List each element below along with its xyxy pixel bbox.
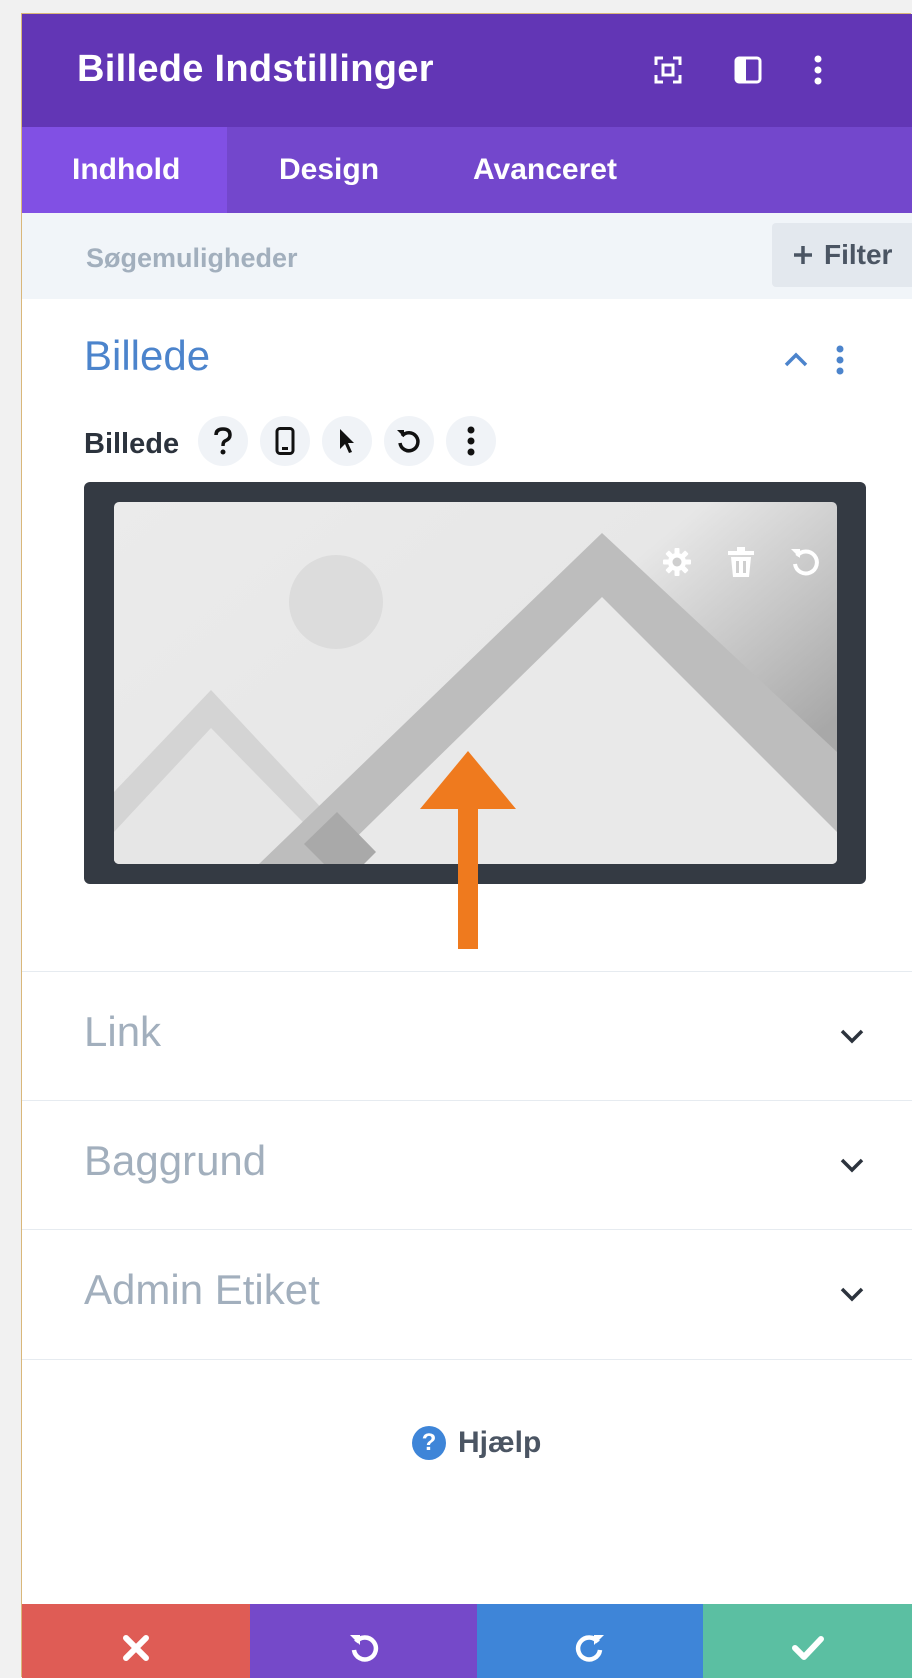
responsive-phone-icon[interactable] [260, 416, 310, 466]
reset-icon[interactable] [384, 416, 434, 466]
redo-icon [575, 1635, 604, 1662]
tab-avanceret[interactable]: Avanceret [473, 127, 617, 213]
filter-button[interactable]: Filter [772, 223, 912, 287]
more-options-icon[interactable] [798, 50, 838, 90]
accordion-title-baggrund: Baggrund [84, 1137, 267, 1184]
section-options-icon[interactable] [830, 340, 850, 380]
field-options-icon[interactable] [446, 416, 496, 466]
help-question-icon[interactable] [198, 416, 248, 466]
accordion-link[interactable]: Link [22, 971, 912, 1101]
panel-header: Billede Indstillinger [22, 14, 912, 127]
help-circle-icon: ? [412, 1426, 446, 1460]
undo-button[interactable] [250, 1604, 477, 1678]
filter-label: Filter [824, 239, 893, 270]
tab-bar: Indhold Design Avanceret [22, 127, 912, 213]
split-view-icon[interactable] [728, 50, 768, 90]
help-label: Hjælp [458, 1426, 542, 1459]
plus-icon [792, 244, 814, 266]
chevron-down-icon [834, 1147, 870, 1183]
tab-design[interactable]: Design [279, 127, 379, 213]
undo-icon [349, 1635, 378, 1662]
image-delete-trash-icon[interactable] [721, 542, 761, 582]
checkmark-icon [791, 1636, 824, 1660]
action-bar [22, 1604, 912, 1678]
panel-title: Billede Indstillinger [77, 48, 434, 90]
chevron-down-icon [834, 1276, 870, 1312]
close-icon [123, 1635, 149, 1661]
save-button[interactable] [703, 1604, 912, 1678]
field-label-billede: Billede [84, 428, 180, 460]
focus-mode-icon[interactable] [648, 50, 688, 90]
accordion-baggrund[interactable]: Baggrund [22, 1100, 912, 1230]
settings-panel: Billede Indstillinger Indhold Design Ava… [22, 14, 912, 1678]
tab-indhold[interactable]: Indhold [22, 127, 227, 213]
cancel-button[interactable] [22, 1604, 250, 1678]
accordion-title-link: Link [84, 1008, 162, 1055]
image-settings-gear-icon[interactable] [657, 542, 697, 582]
search-bar: Filter [22, 213, 912, 299]
image-reset-icon[interactable] [785, 542, 825, 582]
help-link[interactable]: ? Hjælp [412, 1426, 541, 1460]
chevron-up-icon[interactable] [778, 342, 814, 378]
redo-button[interactable] [477, 1604, 703, 1678]
search-input[interactable] [84, 235, 688, 281]
section-title-billede[interactable]: Billede [84, 332, 210, 380]
accordion-title-admin-etiket: Admin Etiket [84, 1266, 320, 1313]
annotation-arrow-icon [420, 751, 520, 949]
accordion-admin-etiket[interactable]: Admin Etiket [22, 1229, 912, 1360]
hover-cursor-icon[interactable] [322, 416, 372, 466]
chevron-down-icon [834, 1018, 870, 1054]
